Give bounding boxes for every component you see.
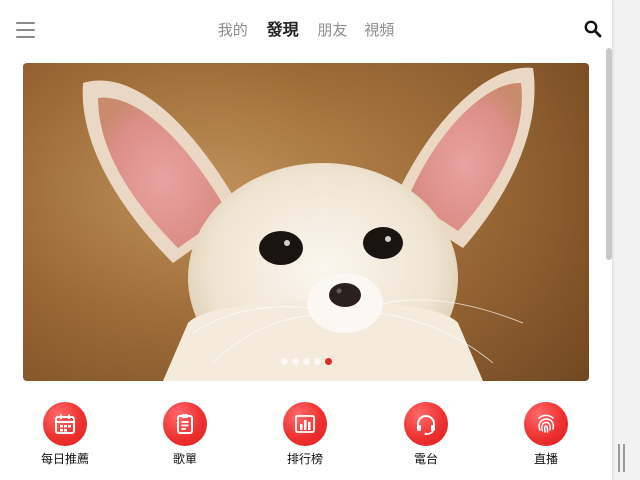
quick-label: 歌單 <box>172 452 197 466</box>
clipboard-icon <box>163 402 207 446</box>
tab-mine[interactable]: 我的 <box>218 20 248 40</box>
quick-playlists[interactable]: 歌單 <box>145 402 225 466</box>
carousel-dot[interactable] <box>302 358 310 365</box>
tab-friends[interactable]: 朋友 <box>317 20 347 40</box>
carousel-dot[interactable] <box>313 358 321 365</box>
carousel-dot-active[interactable] <box>324 358 332 365</box>
app-window: 我的 發現 朋友 視頻 每日推薦 歌單 排行榜 電台 直播 <box>0 0 612 480</box>
quick-live[interactable]: 直播 <box>506 402 586 466</box>
quick-menu: 每日推薦 歌單 排行榜 電台 直播 <box>0 402 612 480</box>
tab-discover[interactable]: 發現 <box>267 20 299 40</box>
tab-videos[interactable]: 視頻 <box>364 20 394 40</box>
resize-handle-icon[interactable] <box>618 444 626 472</box>
quick-label: 直播 <box>533 452 558 466</box>
banner-carousel[interactable] <box>23 63 589 381</box>
search-icon[interactable] <box>584 20 602 38</box>
quick-label: 排行榜 <box>286 452 323 466</box>
quick-radio[interactable]: 電台 <box>386 402 466 466</box>
headset-icon <box>404 402 448 446</box>
calendar-icon <box>43 402 87 446</box>
carousel-dot[interactable] <box>280 358 288 365</box>
fingerprint-icon <box>524 402 568 446</box>
top-tabs: 我的 發現 朋友 視頻 <box>0 20 612 40</box>
banner-image <box>23 63 589 381</box>
quick-label: 電台 <box>413 452 438 466</box>
scrollbar-thumb[interactable] <box>606 48 612 260</box>
quick-label: 每日推薦 <box>40 452 89 466</box>
top-navbar: 我的 發現 朋友 視頻 <box>0 0 612 60</box>
carousel-indicators <box>23 358 589 365</box>
quick-daily-recommend[interactable]: 每日推薦 <box>25 402 105 466</box>
quick-charts[interactable]: 排行榜 <box>265 402 345 466</box>
carousel-dot[interactable] <box>291 358 299 365</box>
bar-chart-icon <box>283 402 327 446</box>
